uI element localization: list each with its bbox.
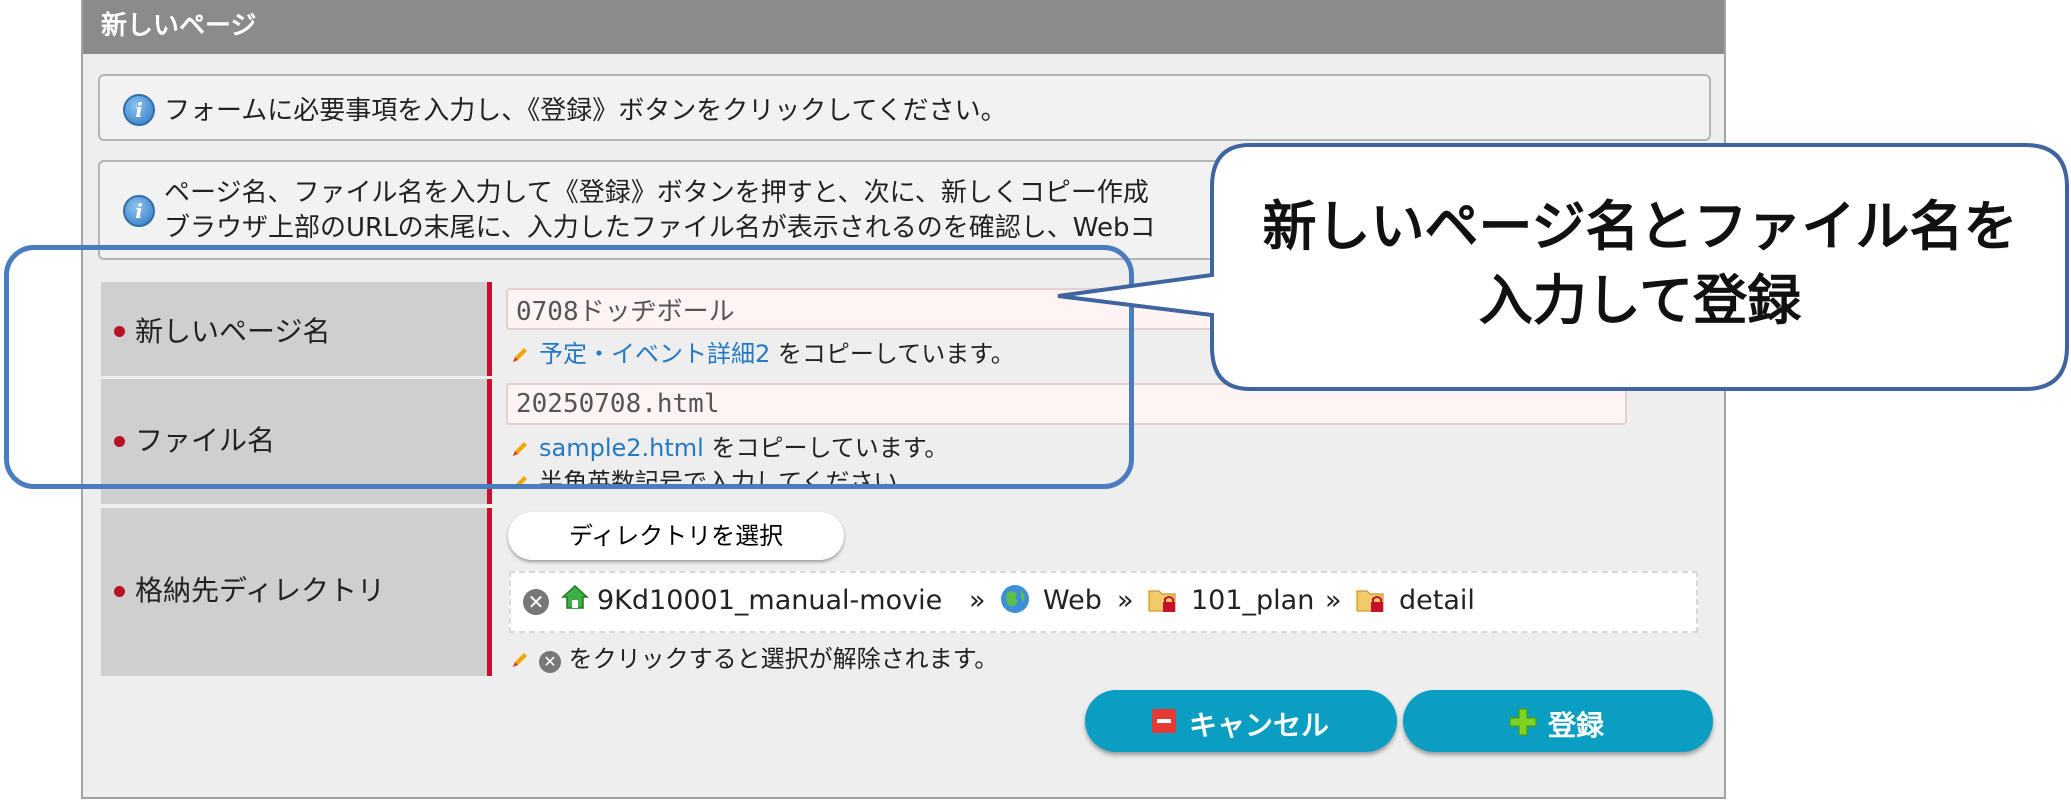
callout-line1: 新しいページ名とファイル名を (1262, 195, 2018, 258)
callout-text: 新しいページ名とファイル名を 入力して登録 (1215, 190, 2065, 338)
callout-bubble (1057, 143, 2069, 391)
callout-line2: 入力して登録 (1478, 269, 1802, 332)
